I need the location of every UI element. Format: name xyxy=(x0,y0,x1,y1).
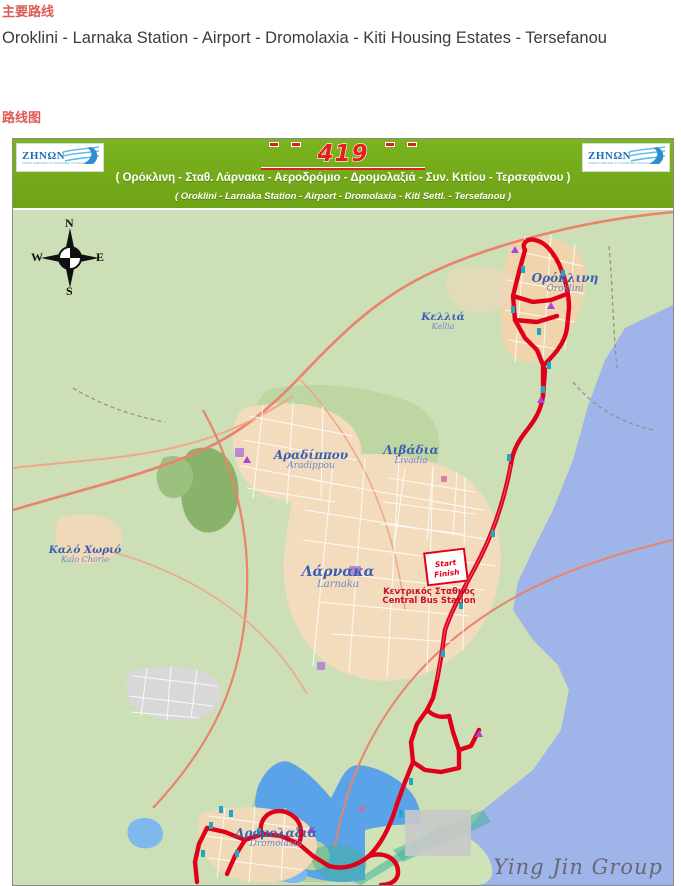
map-canvas[interactable]: N S W E Ορόκλινη Oroklini Κελλιά Kellia Αραδ… xyxy=(13,210,673,885)
watermark: Ying Jin Group xyxy=(493,855,663,879)
badge-dash-icon xyxy=(384,142,395,147)
compass-north-label: N xyxy=(65,216,74,230)
map-banner: ZHNΩN ΖΗΝΩΝ ΔΗΜΟΣΙΕΣ ΣΥΓΚΟΙΝΩΝΙΕΣ ΛΑΡΝΑΚ… xyxy=(13,139,673,210)
banner-route-latin: ( Oroklini - Larnaka Station - Airport -… xyxy=(174,191,512,202)
main-route-heading: 主要路线 xyxy=(2,4,55,19)
map-graphic xyxy=(13,210,673,885)
station-label-latin: Central Bus Station xyxy=(382,596,476,607)
route-map-heading: 路线图 xyxy=(2,110,42,125)
route-number: 419 xyxy=(317,140,369,167)
start-finish-marker: Start Finish xyxy=(423,547,469,587)
badge-dash-icon xyxy=(407,142,418,147)
badge-dash-icon xyxy=(291,142,302,147)
compass-east-label: E xyxy=(96,250,105,264)
compass-west-label: W xyxy=(31,250,43,264)
central-bus-station-label: Κεντρικός Σταθμός Central Bus Station xyxy=(349,587,509,607)
badge-underline xyxy=(260,167,426,170)
badge-dash-icon xyxy=(268,142,279,147)
compass-rose: N S W E xyxy=(31,216,109,300)
compass-south-label: S xyxy=(66,284,73,298)
banner-route-greek: ( Ορόκλινη - Σταθ. Λάρνακα - Αεροδρόμιο … xyxy=(115,172,571,184)
route-description: Oroklini - Larnaka Station - Airport - D… xyxy=(2,29,607,47)
page-root: 主要路线 Oroklini - Larnaka Station - Airpor… xyxy=(0,0,681,886)
route-map-image[interactable]: ZHNΩN ΖΗΝΩΝ ΔΗΜΟΣΙΕΣ ΣΥΓΚΟΙΝΩΝΙΕΣ ΛΑΡΝΑΚ… xyxy=(12,138,674,886)
route-number-badge: 419 xyxy=(13,140,673,170)
